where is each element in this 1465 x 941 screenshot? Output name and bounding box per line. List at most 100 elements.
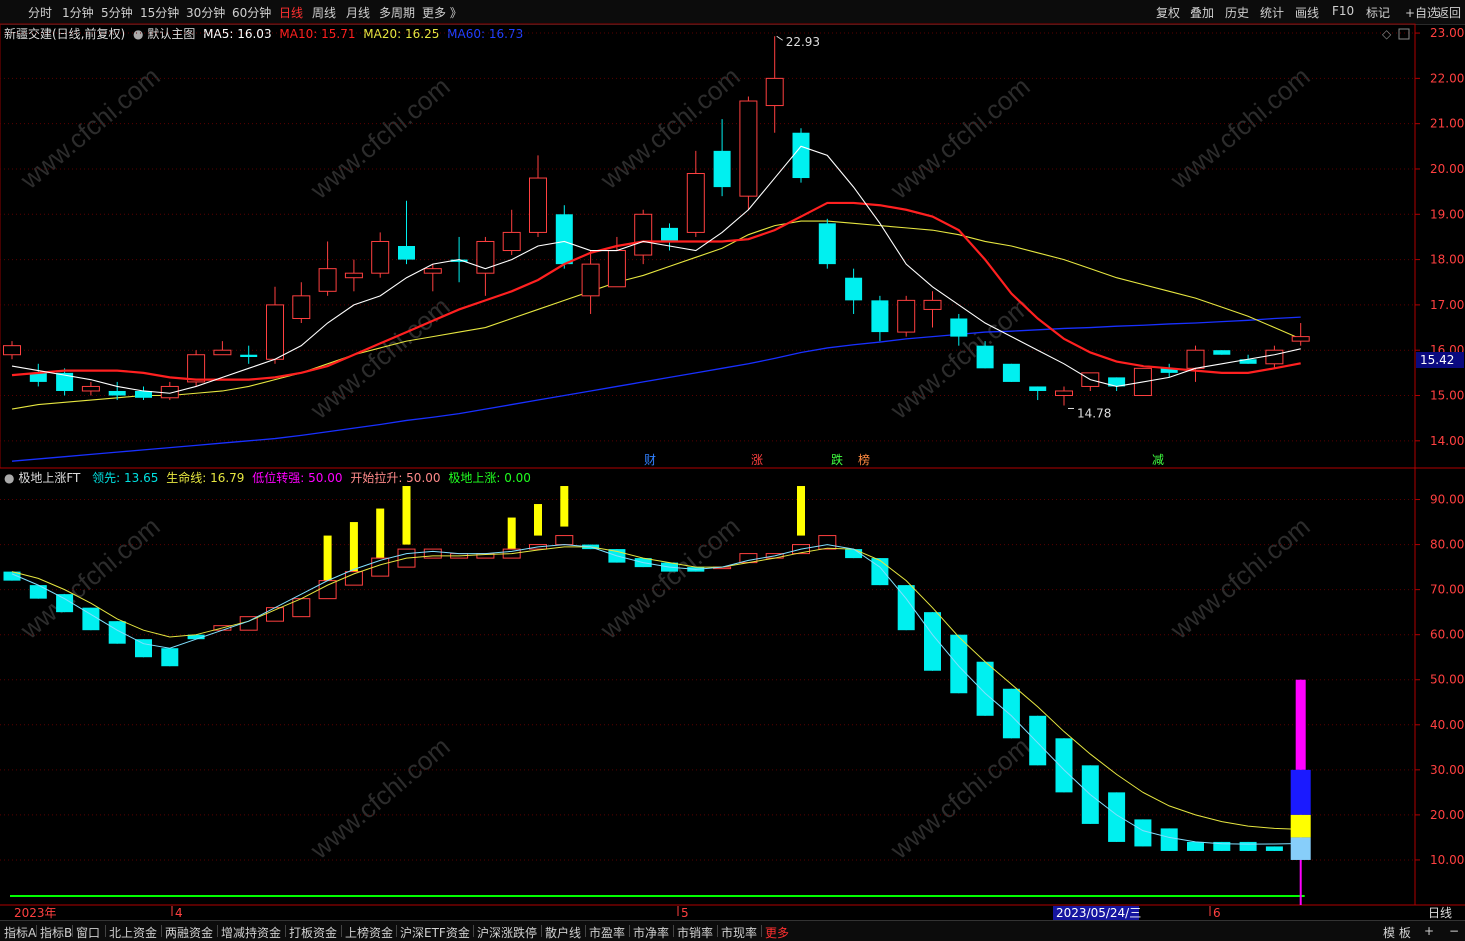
signal-bar — [402, 486, 411, 545]
watermark-text: www.cfchi.com — [884, 731, 1036, 865]
main-candle-up — [1265, 349, 1284, 365]
watermark-text: www.cfchi.com — [1164, 511, 1316, 645]
xaxis-apr: 4 — [175, 906, 183, 920]
price-tick-label: 17.00 — [1430, 298, 1464, 312]
sub-candle-down — [1055, 738, 1073, 793]
bottom-tab-10[interactable]: 散户线 — [545, 924, 581, 941]
watermark-text: www.cfchi.com — [14, 61, 166, 195]
ma5-line — [11, 145, 1301, 394]
main-candle-down — [871, 300, 889, 333]
tab-separator — [673, 925, 674, 937]
ma60-line — [11, 316, 1301, 462]
main-candle-down — [1002, 363, 1020, 382]
sub-candle-down — [1160, 828, 1178, 851]
main-candle-up — [1055, 390, 1073, 397]
ma20-line — [11, 220, 1301, 410]
bottom-tab-3[interactable]: 北上资金 — [109, 924, 157, 941]
bottom-tab-12[interactable]: 市净率 — [633, 924, 669, 941]
bottom-tab-9[interactable]: 沪深涨跌停 — [477, 924, 537, 941]
kline-chart[interactable]: www.cfchi.com www.cfchi.com www.cfchi.com w… — [0, 0, 1465, 940]
main-candle-down — [240, 354, 258, 357]
tab-separator — [761, 925, 762, 937]
lead-bar-final — [1290, 837, 1311, 860]
bottom-tab-7[interactable]: 上榜资金 — [345, 924, 393, 941]
xaxis-year: 2023年 — [14, 906, 57, 920]
sub-candle-down — [56, 594, 74, 613]
bottom-tab-13[interactable]: 市销率 — [677, 924, 713, 941]
bottom-tab-4[interactable]: 两融资金 — [165, 924, 213, 941]
period-label: 日线 — [1428, 906, 1452, 920]
watermark-text: www.cfchi.com — [1164, 61, 1316, 195]
main-candle-up — [739, 100, 758, 197]
sub-candle-down — [1187, 841, 1204, 851]
main-candle-up — [765, 77, 784, 107]
signal-bar — [323, 535, 332, 581]
bottom-tab-2[interactable]: 窗口 — [76, 924, 100, 941]
tab-separator — [541, 925, 542, 937]
sub-candle-down — [161, 648, 179, 667]
watermark-text: www.cfchi.com — [304, 731, 456, 865]
bottom-tab-5[interactable]: 增减持资金 — [221, 924, 281, 941]
main-candle-up — [292, 295, 311, 319]
tab-separator — [629, 925, 630, 937]
signal-bar — [534, 504, 542, 536]
sub-tick-label: 40.00 — [1430, 718, 1464, 732]
main-candle-down — [661, 227, 678, 242]
sub-candle-down — [1002, 688, 1020, 739]
sub-tick-label: 60.00 — [1430, 628, 1464, 642]
bottom-tab-1[interactable]: 指标B — [40, 924, 72, 941]
bottom-right-button-1[interactable]: + — [1424, 924, 1434, 938]
main-candle-down — [713, 150, 731, 188]
sub-tick-label: 80.00 — [1430, 538, 1464, 552]
main-candle-down — [108, 390, 126, 396]
main-candle-up — [607, 250, 626, 288]
tab-separator — [72, 925, 73, 937]
high-annotation: 22.93 — [786, 35, 820, 49]
main-candle-down — [555, 214, 573, 265]
main-candle-up — [213, 349, 232, 356]
main-candle-down — [1029, 386, 1047, 391]
bottom-tab-15[interactable]: 更多 — [765, 924, 789, 941]
signal-bar — [507, 517, 516, 554]
main-candle-up — [686, 173, 705, 233]
sub-candle-down — [135, 639, 152, 658]
main-candle-up — [344, 272, 363, 279]
tab-separator — [717, 925, 718, 937]
bottom-tab-0[interactable]: 指标A — [4, 924, 36, 941]
main-candle-down — [976, 345, 994, 369]
bottom-tab-14[interactable]: 市现率 — [721, 924, 757, 941]
main-candle-up — [581, 263, 600, 297]
main-candle-up — [187, 354, 206, 383]
high-annotation-arrow — [776, 35, 783, 41]
sub-tick-label: 50.00 — [1430, 673, 1464, 687]
sub-candle-down — [871, 558, 889, 586]
event-mark: 减 — [1152, 453, 1164, 467]
bottom-tab-11[interactable]: 市盈率 — [589, 924, 625, 941]
main-candle-down — [398, 246, 415, 260]
event-mark: 涨 — [751, 452, 763, 467]
price-tick-label: 23.00 — [1430, 26, 1464, 40]
xaxis-may: 5 — [681, 906, 689, 920]
price-tick-label: 22.00 — [1430, 71, 1464, 85]
xaxis-jun: 6 — [1213, 906, 1221, 920]
low-annotation: 14.78 — [1077, 406, 1111, 420]
bottom-tab-6[interactable]: 打板资金 — [289, 924, 337, 941]
sub-candle-down — [950, 634, 968, 694]
sub-candle-up — [818, 535, 837, 550]
tab-separator — [217, 925, 218, 937]
tab-separator — [341, 925, 342, 937]
sub-candle-down — [976, 661, 994, 716]
signal-bar-final — [1290, 814, 1311, 838]
bottom-right-button-0[interactable]: 模 板 — [1383, 924, 1411, 941]
main-candle-up — [529, 177, 547, 233]
bottom-right-button-2[interactable]: − — [1449, 924, 1459, 938]
watermark-text: www.cfchi.com — [304, 71, 456, 205]
signal-bar — [349, 522, 358, 572]
bottom-tab-8[interactable]: 沪深ETF资金 — [400, 924, 470, 941]
main-candle-up — [897, 299, 916, 333]
price-tick-label: 14.00 — [1430, 434, 1464, 448]
window-icon — [1398, 28, 1410, 40]
price-tick-label: 20.00 — [1430, 162, 1464, 176]
start-lift-bar — [1290, 769, 1311, 815]
sub-candle-down — [1029, 715, 1047, 766]
